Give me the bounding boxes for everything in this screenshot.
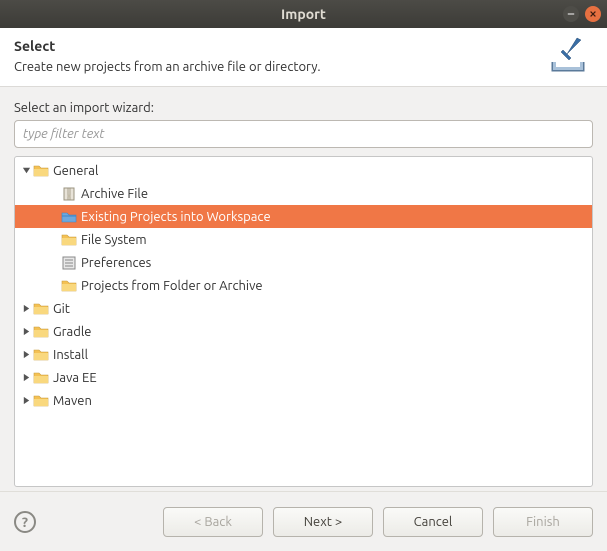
- folder-icon: [61, 232, 77, 248]
- help-button[interactable]: ?: [14, 511, 36, 533]
- filter-input[interactable]: [14, 120, 593, 148]
- tree-item[interactable]: Projects from Folder or Archive: [15, 274, 592, 297]
- tree-item-label: Archive File: [81, 187, 148, 201]
- cancel-button[interactable]: Cancel: [383, 507, 483, 537]
- tree-category[interactable]: Maven: [15, 389, 592, 412]
- next-button[interactable]: Next >: [273, 507, 373, 537]
- folder-icon: [33, 324, 49, 340]
- chevron-right-icon[interactable]: [21, 373, 31, 383]
- chevron-right-icon[interactable]: [21, 304, 31, 314]
- folder-icon: [33, 347, 49, 363]
- tree-item-label: File System: [81, 233, 147, 247]
- dialog-footer: ? < Back Next > Cancel Finish: [0, 491, 607, 551]
- tree-item-label: Preferences: [81, 256, 151, 270]
- tree-category-label: Maven: [53, 394, 92, 408]
- tree-item[interactable]: File System: [15, 228, 592, 251]
- tree-item-label: Projects from Folder or Archive: [81, 279, 263, 293]
- window-title: Import: [281, 6, 326, 22]
- dialog-content: Select an import wizard: General Archive …: [0, 87, 607, 491]
- archive-icon: [61, 186, 77, 202]
- tree-item-label: Existing Projects into Workspace: [81, 210, 271, 224]
- header-subtitle: Create new projects from an archive file…: [14, 60, 593, 74]
- chevron-right-icon[interactable]: [21, 327, 31, 337]
- header-title: Select: [14, 38, 593, 54]
- minimize-button[interactable]: [563, 6, 579, 22]
- tree-item[interactable]: Archive File: [15, 182, 592, 205]
- folder-icon: [33, 163, 49, 179]
- window-controls: [563, 6, 601, 22]
- folder-icon: [33, 301, 49, 317]
- tree-category-label: Gradle: [53, 325, 91, 339]
- finish-button[interactable]: Finish: [493, 507, 593, 537]
- prefs-icon: [61, 255, 77, 271]
- tree-category[interactable]: Gradle: [15, 320, 592, 343]
- tree-item[interactable]: Existing Projects into Workspace: [15, 205, 592, 228]
- folder-icon: [33, 370, 49, 386]
- close-button[interactable]: [585, 6, 601, 22]
- wizard-label: Select an import wizard:: [14, 101, 593, 115]
- title-bar: Import: [0, 0, 607, 28]
- import-icon: [547, 34, 589, 80]
- tree-category-label: Java EE: [53, 371, 97, 385]
- tree-category-label: General: [53, 164, 98, 178]
- wizard-tree[interactable]: General Archive File Existing Projects int…: [14, 156, 593, 487]
- folder-icon: [61, 278, 77, 294]
- chevron-right-icon[interactable]: [21, 396, 31, 406]
- chevron-down-icon[interactable]: [21, 166, 31, 176]
- projects-icon: [61, 209, 77, 225]
- dialog-header: Select Create new projects from an archi…: [0, 28, 607, 87]
- tree-category[interactable]: Java EE: [15, 366, 592, 389]
- folder-icon: [33, 393, 49, 409]
- tree-category[interactable]: Install: [15, 343, 592, 366]
- tree-category[interactable]: General: [15, 159, 592, 182]
- tree-category[interactable]: Git: [15, 297, 592, 320]
- back-button[interactable]: < Back: [163, 507, 263, 537]
- chevron-right-icon[interactable]: [21, 350, 31, 360]
- tree-category-label: Install: [53, 348, 88, 362]
- tree-category-label: Git: [53, 302, 70, 316]
- tree-item[interactable]: Preferences: [15, 251, 592, 274]
